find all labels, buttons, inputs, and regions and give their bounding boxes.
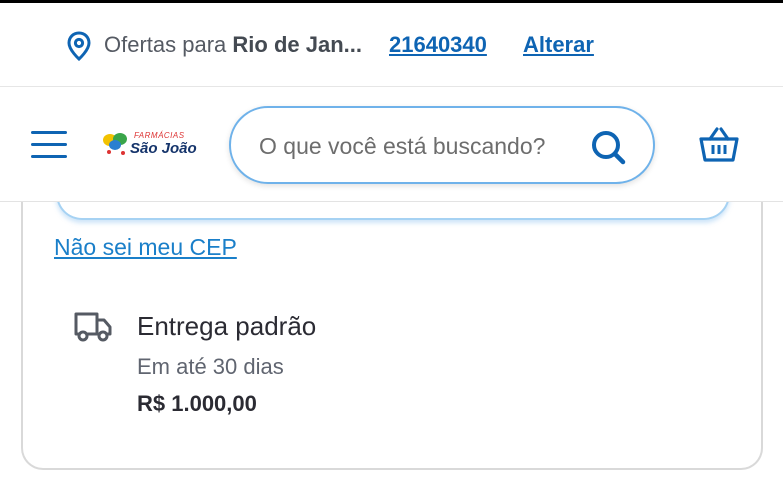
- unknown-cep-link[interactable]: Não sei meu CEP: [54, 233, 237, 261]
- location-bar: Ofertas para Rio de Jan... 21640340 Alte…: [0, 3, 783, 87]
- site-header: FARMÁCIAS São João: [0, 88, 783, 202]
- location-pin-icon: [67, 31, 91, 61]
- logo-mark-icon: [103, 133, 127, 155]
- change-location-link[interactable]: Alterar: [523, 31, 594, 59]
- logo-main-text: São João: [130, 140, 197, 157]
- location-prefix: Ofertas para: [104, 32, 233, 57]
- search-input[interactable]: [259, 128, 579, 164]
- hamburger-menu-icon[interactable]: [31, 131, 67, 159]
- shipping-option-price: R$ 1.000,00: [137, 391, 257, 416]
- truck-icon: [74, 312, 112, 342]
- cep-link[interactable]: 21640340: [389, 31, 487, 59]
- location-city: Rio de Jan...: [232, 32, 362, 57]
- shipping-option-title: Entrega padrão: [137, 311, 317, 341]
- shipping-option-eta: Em até 30 dias: [137, 354, 284, 379]
- store-logo[interactable]: FARMÁCIAS São João: [101, 129, 197, 161]
- basket-icon[interactable]: [698, 126, 740, 164]
- search-icon[interactable]: [589, 128, 627, 166]
- search-box[interactable]: [229, 106, 655, 184]
- location-text: Ofertas para Rio de Jan...: [104, 31, 362, 59]
- logo-top-text: FARMÁCIAS: [134, 131, 185, 140]
